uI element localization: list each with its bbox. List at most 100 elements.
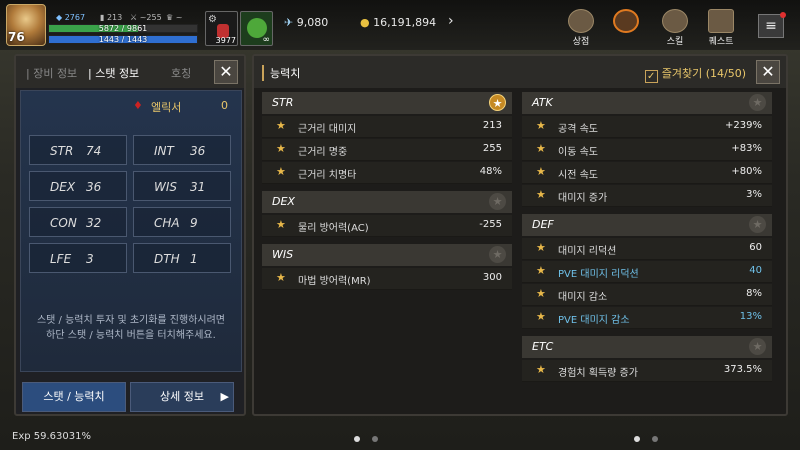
menu-icon[interactable]: ≡: [758, 14, 784, 38]
stat-cell-dex: DEX 36: [29, 171, 127, 201]
favorite-star-icon[interactable]: ★: [489, 193, 506, 210]
favorite-star-icon[interactable]: ★: [489, 246, 506, 263]
star-icon[interactable]: ★: [276, 218, 286, 231]
stat-name: 시전 속도: [558, 170, 598, 181]
stat2-value: ~255: [139, 13, 162, 22]
star-icon[interactable]: ★: [536, 119, 546, 132]
tab-stats-label: 스탯 정보: [95, 67, 140, 80]
stat-value: 9: [190, 216, 198, 230]
close-icon[interactable]: ✕: [214, 60, 238, 84]
star-icon[interactable]: ★: [536, 165, 546, 178]
ability-column-right: ATK ★ ★ 공격 속도 +239% ★ 이동 속도 +83% ★ 시전 속도 +80% ★ 대미지 …: [522, 92, 774, 412]
chevron-right-icon[interactable]: ›: [448, 13, 454, 29]
stat-row: ★ 근거리 치명타 48%: [262, 162, 512, 184]
star-icon[interactable]: ★: [276, 165, 286, 178]
stat-cell-wis: WIS 31: [133, 171, 231, 201]
star-icon[interactable]: ★: [276, 142, 286, 155]
close-icon[interactable]: ✕: [756, 60, 780, 84]
detail-info-button[interactable]: 상세 정보 ▶: [130, 382, 234, 412]
stat-ability-button[interactable]: 스탯 / 능력치: [22, 382, 126, 412]
stat-name: 근거리 치명타: [298, 170, 357, 181]
elixir-value: 0: [221, 99, 228, 112]
stat-value: 31: [190, 180, 206, 194]
star-icon[interactable]: ★: [536, 241, 546, 254]
stat-name: 마법 방어력(MR): [298, 276, 371, 287]
skill-slot[interactable]: ∞: [240, 11, 273, 46]
shop-button[interactable]: 상점: [563, 9, 599, 47]
checkbox-icon: ✓: [644, 70, 658, 83]
stat-value: +239%: [725, 120, 762, 131]
stat-cell-str: STR 74: [29, 135, 127, 165]
group-name: ETC: [532, 340, 554, 353]
stat-name: 근거리 명중: [298, 147, 348, 158]
star-icon[interactable]: ★: [276, 119, 286, 132]
tab-title-label: 호칭: [171, 67, 192, 80]
tab-title[interactable]: 호칭: [171, 65, 191, 81]
character-button[interactable]: [608, 9, 644, 34]
potion-count: 3977: [215, 36, 236, 45]
star-icon[interactable]: ★: [536, 310, 546, 323]
gem-value: 2767: [64, 13, 86, 22]
wing-icon: ✈: [284, 16, 294, 29]
favorite-star-icon[interactable]: ★: [749, 338, 766, 355]
stat-row: ★ 근거리 대미지 213: [262, 116, 512, 138]
stat-name: PVE 대미지 리덕션: [558, 269, 639, 280]
stat-row: ★ PVE 대미지 리덕션 40: [522, 261, 772, 283]
elixir-label: 엘릭서: [151, 101, 182, 114]
star-icon[interactable]: ★: [276, 271, 286, 284]
star-icon[interactable]: ★: [536, 188, 546, 201]
skill-button[interactable]: 스킬: [657, 9, 693, 47]
stat-value: 74: [86, 144, 102, 158]
favorite-star-icon[interactable]: ★: [489, 94, 506, 111]
stat-value: 40: [749, 265, 762, 276]
skill-label: 스킬: [666, 37, 684, 47]
ability-header: 능력치 ✓ 즐겨찾기 (14/50) ✕: [254, 56, 786, 88]
stat1-value: 213: [106, 13, 123, 22]
page-dot: [634, 436, 640, 442]
tab-stats[interactable]: | 스탯 정보: [88, 65, 139, 81]
favorite-star-icon[interactable]: ★: [749, 94, 766, 111]
stat-key: INT: [154, 144, 174, 158]
stat-value: 373.5%: [723, 364, 762, 375]
exp-text: Exp 59.63031%: [12, 431, 91, 442]
gold: ● 16,191,894: [360, 16, 436, 29]
page-dot: [652, 436, 658, 442]
top-hud: 76 ◆ 2767 ▮ 213 ⚔ ~255 ♛ ~ 5872 / 9861 1…: [0, 0, 800, 50]
stat-key: CHA: [154, 216, 180, 230]
quest-button[interactable]: 퀘스트: [703, 9, 739, 47]
gear-icon: ⚙: [208, 14, 217, 25]
group-name: DEX: [272, 195, 295, 208]
stat-value: -255: [479, 219, 502, 230]
group-header-wis: WIS ★: [262, 244, 512, 266]
stat-row: ★ PVE 대미지 감소 13%: [522, 307, 772, 329]
stat-value: 8%: [746, 288, 762, 299]
stat-value: 60: [749, 242, 762, 253]
stat-row: ★ 대미지 리덕션 60: [522, 238, 772, 260]
potion-slot[interactable]: ⚙ 3977: [205, 11, 238, 46]
tab-equipment[interactable]: | 장비 정보: [26, 65, 77, 81]
group-header-etc: ETC ★: [522, 336, 772, 358]
detail-info-label: 상세 정보: [160, 390, 204, 403]
stat-name: 경험치 획득량 증가: [558, 368, 638, 379]
stat-cell-cha: CHA 9: [133, 207, 231, 237]
hp-text: 5872 / 9861: [98, 24, 148, 33]
favorite-star-icon[interactable]: ★: [749, 216, 766, 233]
stat-name: 물리 방어력(AC): [298, 223, 369, 234]
level-badge: 76: [8, 30, 25, 44]
stat-tabs: | 장비 정보 | 스탯 정보 호칭 ✕: [16, 56, 244, 88]
page-dot: [354, 436, 360, 442]
stat-name: 대미지 증가: [558, 193, 608, 204]
stat-key: STR: [50, 144, 74, 158]
favorites-toggle[interactable]: ✓ 즐겨찾기 (14/50): [644, 65, 746, 83]
star-icon[interactable]: ★: [536, 142, 546, 155]
notification-dot: [780, 12, 786, 18]
ability-column-left: STR ★ ★ 근거리 대미지 213 ★ 근거리 명중 255 ★ 근거리 치명타 48% DEX ★…: [262, 92, 514, 412]
star-icon[interactable]: ★: [536, 287, 546, 300]
stat-name: PVE 대미지 감소: [558, 315, 630, 326]
group-name: STR: [272, 96, 294, 109]
stat-key: CON: [50, 216, 77, 230]
star-icon[interactable]: ★: [536, 363, 546, 376]
energy: ✈ 9,080: [284, 16, 328, 29]
star-icon[interactable]: ★: [536, 264, 546, 277]
quest-label: 퀘스트: [708, 37, 734, 47]
